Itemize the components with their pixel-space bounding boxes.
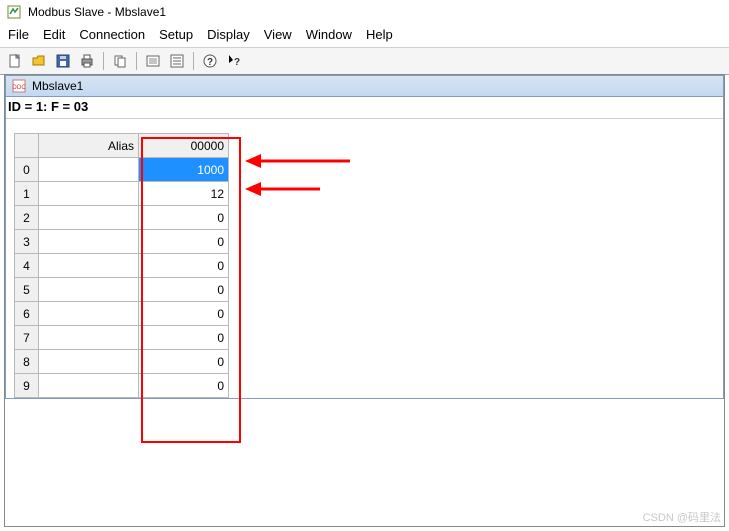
alias-cell[interactable] — [39, 254, 139, 278]
svg-text:?: ? — [234, 57, 240, 68]
status-line: ID = 1: F = 03 — [6, 97, 723, 119]
alias-cell[interactable] — [39, 158, 139, 182]
value-cell[interactable]: 0 — [139, 302, 229, 326]
alias-cell[interactable] — [39, 206, 139, 230]
alias-cell[interactable] — [39, 278, 139, 302]
document-icon: DOC — [12, 79, 26, 93]
value-cell[interactable]: 1000 — [139, 158, 229, 182]
document-title-bar[interactable]: DOC Mbslave1 — [6, 76, 723, 97]
table-row[interactable]: 20 — [15, 206, 229, 230]
value-cell[interactable]: 12 — [139, 182, 229, 206]
value-cell[interactable]: 0 — [139, 278, 229, 302]
help-about-icon[interactable]: ? — [199, 50, 221, 72]
toolbar-separator — [136, 52, 137, 70]
alias-cell[interactable] — [39, 302, 139, 326]
menu-setup[interactable]: Setup — [159, 27, 193, 42]
row-header[interactable]: 0 — [15, 158, 39, 182]
table-row[interactable]: 50 — [15, 278, 229, 302]
value-cell[interactable]: 0 — [139, 254, 229, 278]
col-header-register[interactable]: 00000 — [139, 134, 229, 158]
menu-file[interactable]: File — [8, 27, 29, 42]
table-row[interactable]: 60 — [15, 302, 229, 326]
table-row[interactable]: 80 — [15, 350, 229, 374]
help-context-icon[interactable]: ? — [223, 50, 245, 72]
row-header[interactable]: 5 — [15, 278, 39, 302]
row-header[interactable]: 7 — [15, 326, 39, 350]
table-corner — [15, 134, 39, 158]
mdi-client-area: DOC Mbslave1 ID = 1: F = 03 Alias 00000 … — [4, 74, 725, 527]
table-row[interactable]: 40 — [15, 254, 229, 278]
table-row[interactable]: 30 — [15, 230, 229, 254]
value-cell[interactable]: 0 — [139, 206, 229, 230]
toolbar-separator — [103, 52, 104, 70]
print-icon[interactable] — [76, 50, 98, 72]
menu-view[interactable]: View — [264, 27, 292, 42]
new-icon[interactable] — [4, 50, 26, 72]
register-grid-area: Alias 00000 010001122030405060708090 — [6, 119, 723, 398]
table-row[interactable]: 0 1000 — [15, 158, 229, 182]
row-header[interactable]: 6 — [15, 302, 39, 326]
toolbar: ? ? — [0, 47, 729, 75]
copy-icon[interactable] — [109, 50, 131, 72]
save-icon[interactable] — [52, 50, 74, 72]
window-title: Modbus Slave - Mbslave1 — [28, 5, 166, 19]
open-icon[interactable] — [28, 50, 50, 72]
row-header[interactable]: 9 — [15, 374, 39, 398]
table-row[interactable]: 90 — [15, 374, 229, 398]
svg-text:?: ? — [207, 57, 213, 68]
toolbar-separator — [193, 52, 194, 70]
alias-cell[interactable] — [39, 326, 139, 350]
document-title: Mbslave1 — [32, 79, 83, 93]
row-header[interactable]: 1 — [15, 182, 39, 206]
menu-bar: File Edit Connection Setup Display View … — [0, 24, 729, 47]
value-cell[interactable]: 0 — [139, 350, 229, 374]
col-header-alias[interactable]: Alias — [39, 134, 139, 158]
menu-window[interactable]: Window — [306, 27, 352, 42]
document-window: DOC Mbslave1 ID = 1: F = 03 Alias 00000 … — [5, 75, 724, 399]
table-row[interactable]: 1 12 — [15, 182, 229, 206]
menu-connection[interactable]: Connection — [79, 27, 145, 42]
row-header[interactable]: 4 — [15, 254, 39, 278]
row-header[interactable]: 8 — [15, 350, 39, 374]
alias-cell[interactable] — [39, 350, 139, 374]
alias-cell[interactable] — [39, 230, 139, 254]
svg-text:DOC: DOC — [12, 85, 26, 91]
connect-icon[interactable] — [142, 50, 164, 72]
value-cell[interactable]: 0 — [139, 374, 229, 398]
table-row[interactable]: 70 — [15, 326, 229, 350]
menu-help[interactable]: Help — [366, 27, 393, 42]
alias-cell[interactable] — [39, 374, 139, 398]
value-cell[interactable]: 0 — [139, 326, 229, 350]
menu-edit[interactable]: Edit — [43, 27, 65, 42]
menu-display[interactable]: Display — [207, 27, 250, 42]
row-header[interactable]: 3 — [15, 230, 39, 254]
app-icon — [6, 4, 22, 20]
row-header[interactable]: 2 — [15, 206, 39, 230]
value-cell[interactable]: 0 — [139, 230, 229, 254]
watermark: CSDN @码里法 — [643, 509, 721, 525]
title-bar: Modbus Slave - Mbslave1 — [0, 0, 729, 24]
register-table[interactable]: Alias 00000 010001122030405060708090 — [14, 133, 229, 398]
alias-cell[interactable] — [39, 182, 139, 206]
settings-list-icon[interactable] — [166, 50, 188, 72]
